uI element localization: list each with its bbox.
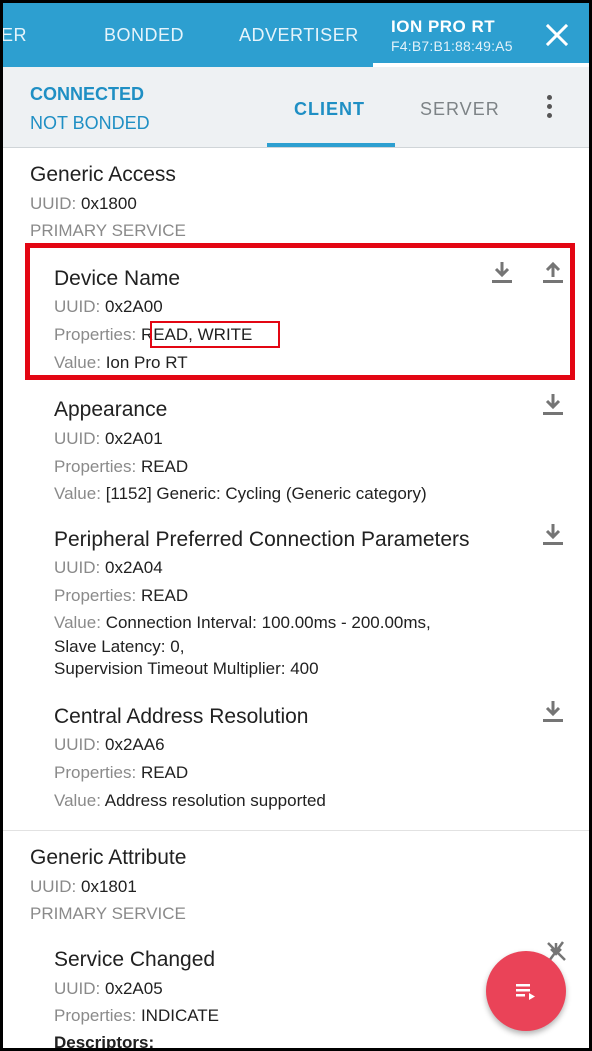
service-title[interactable]: Generic Access [30, 163, 176, 187]
characteristic-title[interactable]: Service Changed [54, 948, 215, 972]
characteristic-uuid: UUID: 0x2A05 [54, 979, 163, 999]
characteristic-properties: Properties: READ [54, 457, 188, 477]
highlight-box [25, 243, 575, 380]
read-download-icon[interactable] [540, 698, 566, 724]
tab-server[interactable]: SERVER [420, 99, 500, 120]
uuid-label: UUID: [54, 735, 101, 754]
more-vert-icon[interactable] [539, 95, 559, 125]
uuid-label: UUID: [30, 194, 77, 213]
connection-status: CONNECTED [30, 84, 145, 104]
characteristic-uuid: UUID: 0x2A04 [54, 558, 163, 578]
value-text: Address resolution supported [104, 791, 326, 810]
properties-value: READ [140, 763, 189, 782]
properties-label: Properties: [54, 1006, 137, 1025]
tab-scanner[interactable]: ER [1, 3, 28, 67]
characteristic-title[interactable]: Peripheral Preferred Connection Paramete… [54, 528, 470, 552]
properties-value: INDICATE [140, 1006, 220, 1025]
uuid-value: 0x1800 [81, 194, 137, 213]
log-list-icon [516, 984, 535, 1000]
service-divider [3, 830, 589, 831]
descriptors-heading: Descriptors: [54, 1033, 155, 1051]
characteristic-uuid: UUID: 0x2AA6 [54, 735, 165, 755]
characteristic-value: Value: Connection Interval: 100.00ms - 2… [54, 613, 431, 633]
tab-label: BONDED [104, 24, 185, 45]
characteristic-uuid: UUID: 0x2A01 [54, 429, 163, 449]
top-tab-bar: ER BONDED ADVERTISER ION PRO RT F4:B7:B1… [3, 3, 589, 67]
properties-label: Properties: [54, 586, 137, 605]
bond-status: NOT BONDED [30, 113, 150, 133]
service-uuid: UUID: 0x1801 [30, 877, 137, 897]
tab-bonded[interactable]: BONDED [104, 3, 184, 67]
properties-label: Properties: [54, 457, 137, 476]
tab-label: ER [1, 24, 28, 45]
connection-header: CONNECTED NOT BONDED CLIENT SERVER [3, 67, 589, 148]
characteristic-value: Value: [1152] Generic: Cycling (Generic … [54, 484, 427, 504]
uuid-value: 0x2A01 [105, 429, 163, 448]
uuid-value: 0x2A04 [105, 558, 163, 577]
tab-advertiser[interactable]: ADVERTISER [239, 3, 359, 67]
service-type: PRIMARY SERVICE [30, 221, 186, 240]
characteristic-title[interactable]: Appearance [54, 398, 167, 422]
device-address: F4:B7:B1:88:49:A5 [391, 37, 513, 54]
value-text-line: Supervision Timeout Multiplier: 400 [54, 659, 319, 678]
read-download-icon[interactable] [540, 521, 566, 547]
properties-highlight-box [150, 321, 280, 348]
uuid-label: UUID: [54, 429, 101, 448]
tab-client[interactable]: CLIENT [294, 99, 365, 120]
tab-label: ADVERTISER [239, 24, 359, 45]
log-fab-button[interactable] [486, 951, 566, 1031]
uuid-value: 0x2AA6 [105, 735, 165, 754]
client-tab-indicator [267, 143, 395, 147]
value-label: Value: [54, 484, 101, 503]
service-title[interactable]: Generic Attribute [30, 846, 186, 870]
value-text-line: Slave Latency: 0, [54, 637, 185, 656]
close-icon[interactable] [541, 19, 573, 51]
characteristic-properties: Properties: READ [54, 586, 188, 606]
uuid-label: UUID: [30, 877, 77, 896]
value-label: Value: [54, 791, 101, 810]
read-download-icon[interactable] [540, 391, 566, 417]
uuid-value: 0x1801 [81, 877, 137, 896]
characteristic-title[interactable]: Central Address Resolution [54, 705, 308, 729]
characteristic-properties: Properties: READ [54, 763, 188, 783]
properties-value: READ [140, 457, 189, 476]
properties-value: READ [140, 586, 189, 605]
value-text: [1152] Generic: Cycling (Generic categor… [105, 484, 427, 503]
properties-label: Properties: [54, 763, 137, 782]
service-uuid: UUID: 0x1800 [30, 194, 137, 214]
value-label: Value: [54, 613, 101, 632]
tab-device[interactable]: ION PRO RT F4:B7:B1:88:49:A5 [391, 3, 513, 67]
characteristic-value: Value: Address resolution supported [54, 791, 326, 811]
device-name: ION PRO RT [391, 16, 496, 36]
uuid-label: UUID: [54, 558, 101, 577]
app-frame: ER BONDED ADVERTISER ION PRO RT F4:B7:B1… [0, 0, 592, 1051]
characteristic-properties: Properties: INDICATE [54, 1006, 219, 1026]
uuid-value: 0x2A05 [105, 979, 163, 998]
uuid-label: UUID: [54, 979, 101, 998]
value-text: Connection Interval: 100.00ms - 200.00ms… [105, 613, 431, 632]
service-type: PRIMARY SERVICE [30, 904, 186, 923]
